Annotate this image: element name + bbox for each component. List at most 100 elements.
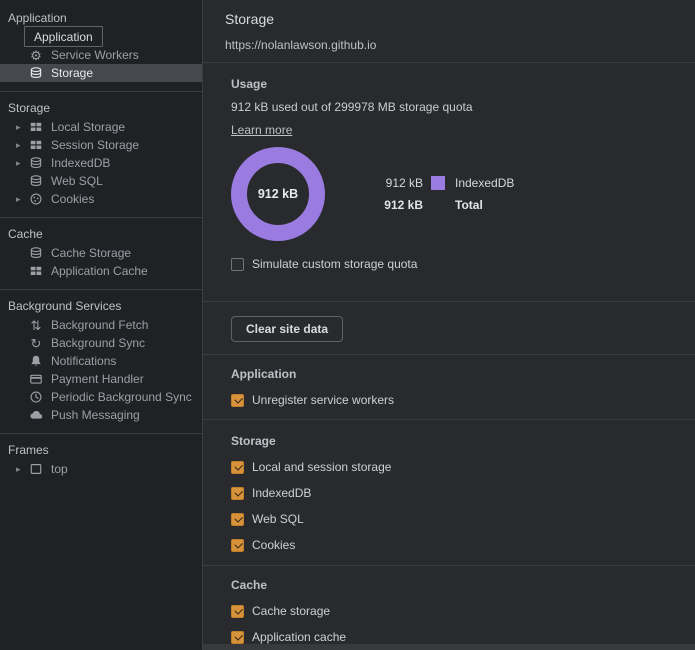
sidebar-item-label: IndexedDB <box>51 156 110 170</box>
sidebar-section-background-services: Background Services ⇅ Background Fetch ↻… <box>0 289 202 433</box>
usage-chart-row: 912 kB 912 kB IndexedDB 912 kB Total <box>231 147 667 241</box>
database-icon <box>28 174 44 188</box>
usage-summary: 912 kB used out of 299978 MB storage quo… <box>231 100 667 114</box>
sidebar-item-web-sql[interactable]: Web SQL <box>0 172 202 190</box>
sidebar-item-local-storage[interactable]: ▸ Local Storage <box>0 118 202 136</box>
database-icon <box>28 246 44 260</box>
sidebar-section-storage: Storage ▸ Local Storage ▸ <box>0 91 202 217</box>
expand-triangle-icon[interactable]: ▸ <box>16 465 28 474</box>
checkbox-row: Unregister service workers <box>231 393 667 407</box>
application-tooltip: Application <box>24 26 103 47</box>
sidebar-section-frames: Frames ▸ top <box>0 433 202 487</box>
unregister-service-workers-checkbox[interactable] <box>231 394 244 407</box>
checkbox-label: Unregister service workers <box>252 393 394 407</box>
legend-row-total: 912 kB Total <box>373 194 514 216</box>
expand-triangle-icon[interactable]: ▸ <box>16 141 28 150</box>
sidebar-item-label: Storage <box>51 66 93 80</box>
checkbox-label: Web SQL <box>252 512 304 526</box>
sidebar-item-label: Cookies <box>51 192 94 206</box>
web-sql-checkbox[interactable] <box>231 513 244 526</box>
origin-url: https://nolanlawson.github.io <box>225 38 673 58</box>
sidebar-item-background-fetch[interactable]: ⇅ Background Fetch <box>0 316 202 334</box>
checkbox-label: Cache storage <box>252 604 330 618</box>
page-title: Storage <box>225 10 673 28</box>
sidebar-item-label: Service Workers <box>51 48 139 62</box>
simulate-quota-label: Simulate custom storage quota <box>252 257 417 271</box>
database-icon <box>28 66 44 80</box>
sidebar-item-label: Notifications <box>51 354 116 368</box>
section-title: Application <box>231 367 667 381</box>
gear-icon: ⚙ <box>28 49 44 62</box>
sync-icon: ↻ <box>28 337 44 350</box>
legend-value: 912 kB <box>373 176 423 190</box>
sidebar-section-title: Background Services <box>0 296 202 316</box>
legend-value: 912 kB <box>373 198 423 212</box>
devtools-application-panel: Application Application ⚙ Service Worker… <box>0 0 695 650</box>
legend-label: Total <box>455 198 483 212</box>
sidebar-section-cache: Cache Cache Storage <box>0 217 202 289</box>
usage-header: Usage <box>231 77 667 91</box>
sidebar-section-title: Storage <box>0 98 202 118</box>
section-title: Storage <box>231 434 667 448</box>
sidebar-item-indexeddb[interactable]: ▸ IndexedDB <box>0 154 202 172</box>
application-sidebar: Application Application ⚙ Service Worker… <box>0 0 203 650</box>
database-icon <box>28 156 44 170</box>
clear-storage-section: Storage Local and session storage Indexe… <box>203 420 695 565</box>
sidebar-item-label: Application Cache <box>51 264 148 278</box>
usage-legend: 912 kB IndexedDB 912 kB Total <box>373 172 514 216</box>
checkbox-row: Cookies <box>231 538 667 552</box>
storage-view-header: Storage https://nolanlawson.github.io <box>203 0 695 63</box>
expand-triangle-icon[interactable]: ▸ <box>16 159 28 168</box>
frame-icon <box>28 462 44 476</box>
sidebar-item-manifest-hidden[interactable]: Application <box>0 28 202 46</box>
sidebar-section-title: Frames <box>0 440 202 460</box>
legend-row-indexeddb: 912 kB IndexedDB <box>373 172 514 194</box>
application-cache-checkbox[interactable] <box>231 631 244 644</box>
checkbox-row: IndexedDB <box>231 486 667 500</box>
table-icon <box>28 120 44 134</box>
section-title: Cache <box>231 578 667 592</box>
storage-view: Storage https://nolanlawson.github.io Us… <box>203 0 695 650</box>
sidebar-item-payment-handler[interactable]: Payment Handler <box>0 370 202 388</box>
card-icon <box>28 372 44 386</box>
sidebar-item-background-sync[interactable]: ↻ Background Sync <box>0 334 202 352</box>
sidebar-item-push-messaging[interactable]: Push Messaging <box>0 406 202 424</box>
sidebar-item-session-storage[interactable]: ▸ Session Storage <box>0 136 202 154</box>
bell-icon <box>28 354 44 368</box>
expand-triangle-icon[interactable]: ▸ <box>16 195 28 204</box>
sidebar-item-cookies[interactable]: ▸ Cookies <box>0 190 202 208</box>
usage-section: Usage 912 kB used out of 299978 MB stora… <box>203 63 695 301</box>
sidebar-item-application-cache[interactable]: Application Cache <box>0 262 202 280</box>
simulate-quota-checkbox[interactable] <box>231 258 244 271</box>
cookies-checkbox[interactable] <box>231 539 244 552</box>
clear-site-data-button[interactable]: Clear site data <box>231 316 343 342</box>
sidebar-item-label: Periodic Background Sync <box>51 390 192 404</box>
sidebar-item-notifications[interactable]: Notifications <box>0 352 202 370</box>
sidebar-item-label: Push Messaging <box>51 408 140 422</box>
sidebar-item-cache-storage[interactable]: Cache Storage <box>0 244 202 262</box>
expand-triangle-icon[interactable]: ▸ <box>16 123 28 132</box>
cookie-icon <box>28 192 44 206</box>
sidebar-item-storage[interactable]: Storage <box>0 64 202 82</box>
indexeddb-checkbox[interactable] <box>231 487 244 500</box>
checkbox-row: Cache storage <box>231 604 667 618</box>
sidebar-item-label: Background Fetch <box>51 318 148 332</box>
table-icon <box>28 264 44 278</box>
sidebar-item-periodic-background-sync[interactable]: Periodic Background Sync <box>0 388 202 406</box>
sidebar-item-top-frame[interactable]: ▸ top <box>0 460 202 478</box>
horizontal-scrollbar-track[interactable] <box>203 644 695 650</box>
sidebar-item-label: Payment Handler <box>51 372 144 386</box>
local-session-storage-checkbox[interactable] <box>231 461 244 474</box>
checkbox-label: Cookies <box>252 538 295 552</box>
checkbox-label: IndexedDB <box>252 486 311 500</box>
cache-storage-checkbox[interactable] <box>231 605 244 618</box>
learn-more-link[interactable]: Learn more <box>231 123 292 137</box>
checkbox-row: Local and session storage <box>231 460 667 474</box>
legend-label: IndexedDB <box>455 176 514 190</box>
indexeddb-color-swatch <box>431 176 445 190</box>
cloud-icon <box>28 408 44 422</box>
sidebar-item-service-workers[interactable]: ⚙ Service Workers <box>0 46 202 64</box>
sidebar-item-label: Cache Storage <box>51 246 131 260</box>
clear-application-section: Application Unregister service workers <box>203 355 695 419</box>
sidebar-section-title: Cache <box>0 224 202 244</box>
